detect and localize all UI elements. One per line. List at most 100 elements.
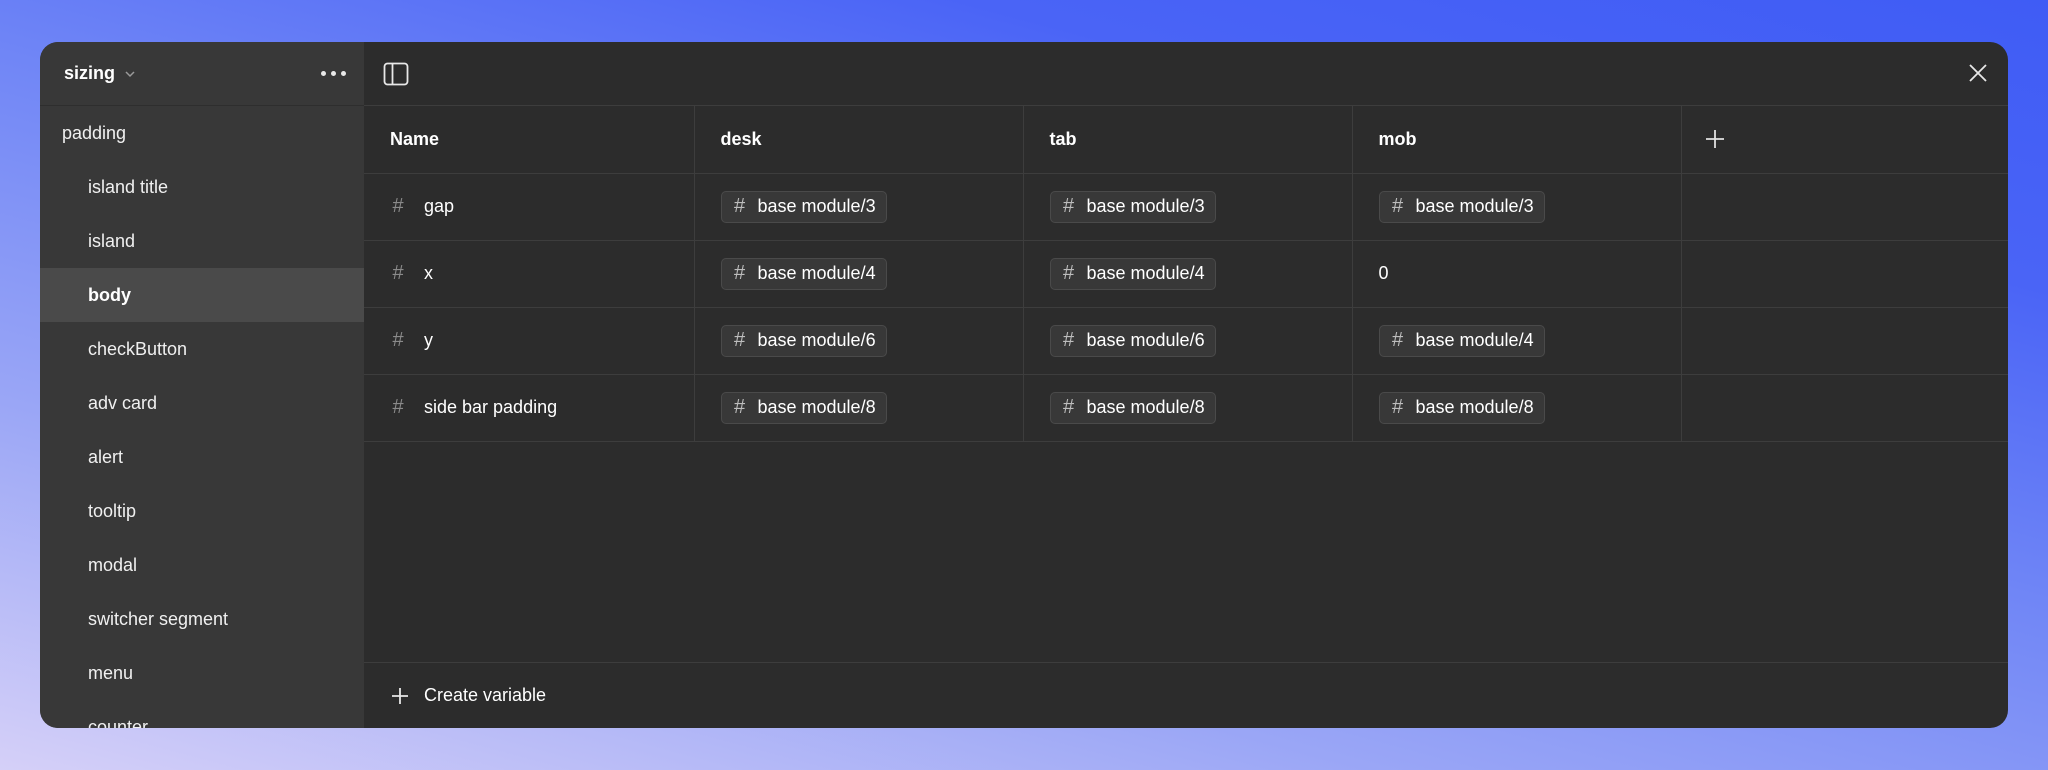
column-header-mob[interactable]: mob	[1352, 106, 1682, 174]
alias-pill[interactable]: # base module/4	[1049, 257, 1216, 290]
column-header-tab[interactable]: tab	[1023, 106, 1353, 174]
sidebar-item-menu[interactable]: menu	[40, 646, 364, 700]
alias-pill[interactable]: # base module/6	[720, 324, 887, 357]
table-header-row: Name desk tab mob	[364, 106, 2008, 174]
value-cell-mob[interactable]: # base module/3	[1352, 173, 1682, 241]
hash-icon: #	[1062, 262, 1075, 284]
variable-name-cell[interactable]: # gap	[364, 173, 695, 241]
alias-label: base module/3	[1086, 196, 1205, 216]
sidebar-item-body[interactable]: body	[40, 268, 364, 322]
hash-icon: #	[1391, 396, 1404, 418]
value-cell-tab[interactable]: # base module/6	[1023, 307, 1353, 375]
sidebar-item-modal[interactable]: modal	[40, 538, 364, 592]
sidebar-item-island-title[interactable]: island title	[40, 160, 364, 214]
sidebar-item-counter[interactable]: counter	[40, 700, 364, 729]
sidebar-item-label: island	[88, 230, 136, 251]
more-icon[interactable]	[321, 71, 346, 76]
alias-pill[interactable]: # base module/4	[1378, 324, 1545, 357]
value-cell-mob[interactable]: 0	[1352, 240, 1682, 308]
value-cell-tab[interactable]: # base module/4	[1023, 240, 1353, 308]
alias-pill[interactable]: # base module/8	[1049, 391, 1216, 424]
alias-label: base module/6	[757, 330, 876, 350]
alias-label: base module/3	[1415, 196, 1534, 216]
alias-pill[interactable]: # base module/3	[720, 190, 887, 223]
toolbar	[364, 42, 2008, 106]
create-variable-button[interactable]: Create variable	[364, 662, 2008, 728]
empty-cell	[1681, 307, 2008, 375]
value-cell-desk[interactable]: # base module/4	[694, 240, 1024, 308]
hash-icon: #	[733, 396, 746, 418]
hash-icon: #	[392, 195, 404, 217]
table-row[interactable]: # y # base module/6 # base module/6 # base modu…	[364, 307, 2008, 375]
sidebar-item-padding[interactable]: padding	[40, 106, 364, 160]
sidebar-item-adv-card[interactable]: adv card	[40, 376, 364, 430]
sidebar-item-island[interactable]: island	[40, 214, 364, 268]
table-row[interactable]: # side bar padding # base module/8 # base mod…	[364, 374, 2008, 442]
alias-label: base module/8	[1086, 397, 1205, 417]
hash-icon: #	[1391, 329, 1404, 351]
sidebar-panel-icon[interactable]	[382, 60, 410, 88]
value-cell-desk[interactable]: # base module/8	[694, 374, 1024, 442]
group-list: padding island title island body checkButton…	[40, 106, 364, 728]
value-cell-desk[interactable]: # base module/6	[694, 307, 1024, 375]
hash-icon: #	[1062, 195, 1075, 217]
sidebar-item-checkbutton[interactable]: checkButton	[40, 322, 364, 376]
empty-cell	[1681, 173, 2008, 241]
plus-icon	[1705, 130, 1724, 149]
variables-window: sizing padding island title island body chec…	[40, 42, 2008, 728]
column-header-desk[interactable]: desk	[694, 106, 1024, 174]
table-row[interactable]: # gap # base module/3 # base module/3 # base mo…	[364, 173, 2008, 241]
value-cell-tab[interactable]: # base module/8	[1023, 374, 1353, 442]
empty-cell	[1681, 374, 2008, 442]
value-cell-desk[interactable]: # base module/3	[694, 173, 1024, 241]
variable-name-cell[interactable]: # x	[364, 240, 695, 308]
alias-pill[interactable]: # base module/3	[1378, 190, 1545, 223]
alias-label: base module/4	[1086, 263, 1205, 283]
sidebar: sizing padding island title island body chec…	[40, 42, 364, 728]
add-mode-button[interactable]	[1681, 106, 2008, 174]
value-cell-mob[interactable]: # base module/4	[1352, 307, 1682, 375]
sidebar-item-label: adv card	[88, 392, 158, 413]
chevron-down-icon	[125, 70, 135, 77]
variable-name: # side bar padding	[390, 396, 694, 419]
alias-pill[interactable]: # base module/8	[720, 391, 887, 424]
alias-pill[interactable]: # base module/4	[720, 257, 887, 290]
hash-icon: #	[733, 329, 746, 351]
variable-name: # x	[390, 262, 694, 285]
alias-label: base module/8	[1415, 397, 1534, 417]
variable-name-label: side bar padding	[424, 397, 558, 417]
close-icon[interactable]	[1966, 61, 1990, 85]
variable-name: # gap	[390, 195, 694, 218]
value-cell-tab[interactable]: # base module/3	[1023, 173, 1353, 241]
hash-icon: #	[392, 262, 404, 284]
hash-icon: #	[733, 195, 746, 217]
sidebar-item-label: alert	[88, 446, 124, 467]
hash-icon: #	[733, 262, 746, 284]
hash-icon: #	[392, 396, 404, 418]
value-cell-mob[interactable]: # base module/8	[1352, 374, 1682, 442]
hash-icon: #	[392, 329, 404, 351]
variable-name-cell[interactable]: # side bar padding	[364, 374, 695, 442]
table-row[interactable]: # x # base module/4 # base module/4 0	[364, 240, 2008, 308]
collection-title: sizing	[64, 63, 116, 83]
sidebar-item-label: menu	[88, 662, 134, 683]
create-variable-label: Create variable	[424, 685, 547, 705]
sidebar-item-label: counter	[88, 716, 149, 729]
sidebar-item-label: tooltip	[88, 500, 137, 521]
alias-label: base module/6	[1086, 330, 1205, 350]
sidebar-item-alert[interactable]: alert	[40, 430, 364, 484]
variable-name-cell[interactable]: # y	[364, 307, 695, 375]
alias-pill[interactable]: # base module/3	[1049, 190, 1216, 223]
alias-label: base module/3	[757, 196, 876, 216]
background-frame: sizing padding island title island body chec…	[0, 0, 2048, 770]
sidebar-header: sizing	[40, 42, 364, 106]
sidebar-item-label: body	[88, 284, 131, 305]
collection-selector[interactable]: sizing	[64, 63, 137, 84]
sidebar-item-switcher-segment[interactable]: switcher segment	[40, 592, 364, 646]
alias-pill[interactable]: # base module/6	[1049, 324, 1216, 357]
alias-label: base module/4	[1415, 330, 1534, 350]
variable-name: # y	[390, 329, 694, 352]
sidebar-item-tooltip[interactable]: tooltip	[40, 484, 364, 538]
sidebar-item-label: checkButton	[88, 338, 188, 359]
alias-pill[interactable]: # base module/8	[1378, 391, 1545, 424]
